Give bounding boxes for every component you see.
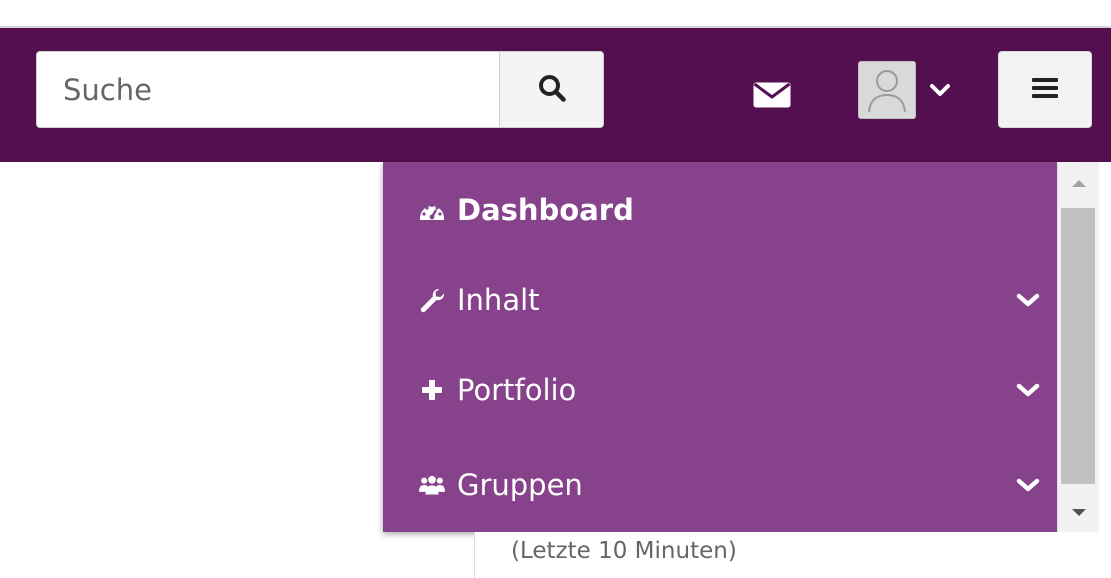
user-silhouette-icon [861,62,913,118]
users-icon [419,472,445,498]
caret-down-icon [1071,503,1087,522]
chevron-down-icon[interactable] [1013,378,1043,402]
menu-item-inhalt[interactable]: Inhalt [383,255,1057,345]
dropdown-scrollbar[interactable] [1057,162,1099,532]
search-button[interactable] [499,52,603,127]
menu-item-label: Portfolio [457,372,577,407]
user-menu-toggle[interactable] [858,52,978,128]
search-icon [537,73,567,106]
scroll-down-arrow[interactable] [1058,492,1100,532]
main-nav-dropdown: Dashboard Inhalt Portfolio Gruppen [383,162,1076,532]
site-header [0,28,1111,162]
browser-top-strip [0,0,1111,28]
menu-item-label: Gruppen [457,467,583,502]
scroll-thumb[interactable] [1061,208,1095,484]
caret-up-icon [1071,173,1087,192]
chevron-down-icon[interactable] [1013,473,1043,497]
menu-item-label: Inhalt [457,282,540,317]
hamburger-icon [1029,75,1061,105]
chevron-down-icon[interactable] [1013,288,1043,312]
chevron-down-icon [928,78,952,102]
messages-button[interactable] [748,80,796,114]
nav-menu-toggle-button[interactable] [998,51,1092,128]
scroll-up-arrow[interactable] [1058,162,1100,202]
menu-item-gruppen[interactable]: Gruppen [383,440,1057,530]
menu-item-dashboard[interactable]: Dashboard [383,165,1057,255]
search-form [36,51,604,128]
tachometer-icon [419,197,445,223]
envelope-icon [752,81,792,113]
search-input[interactable] [37,52,499,127]
menu-item-portfolio[interactable]: Portfolio [383,345,1057,435]
avatar [858,61,916,119]
plus-icon [419,377,445,403]
panel-subtitle: (Letzte 10 Minuten) [511,538,737,564]
menu-item-label: Dashboard [457,192,634,227]
wrench-icon [419,287,445,313]
online-users-panel: (Letzte 10 Minuten) [474,532,1111,578]
